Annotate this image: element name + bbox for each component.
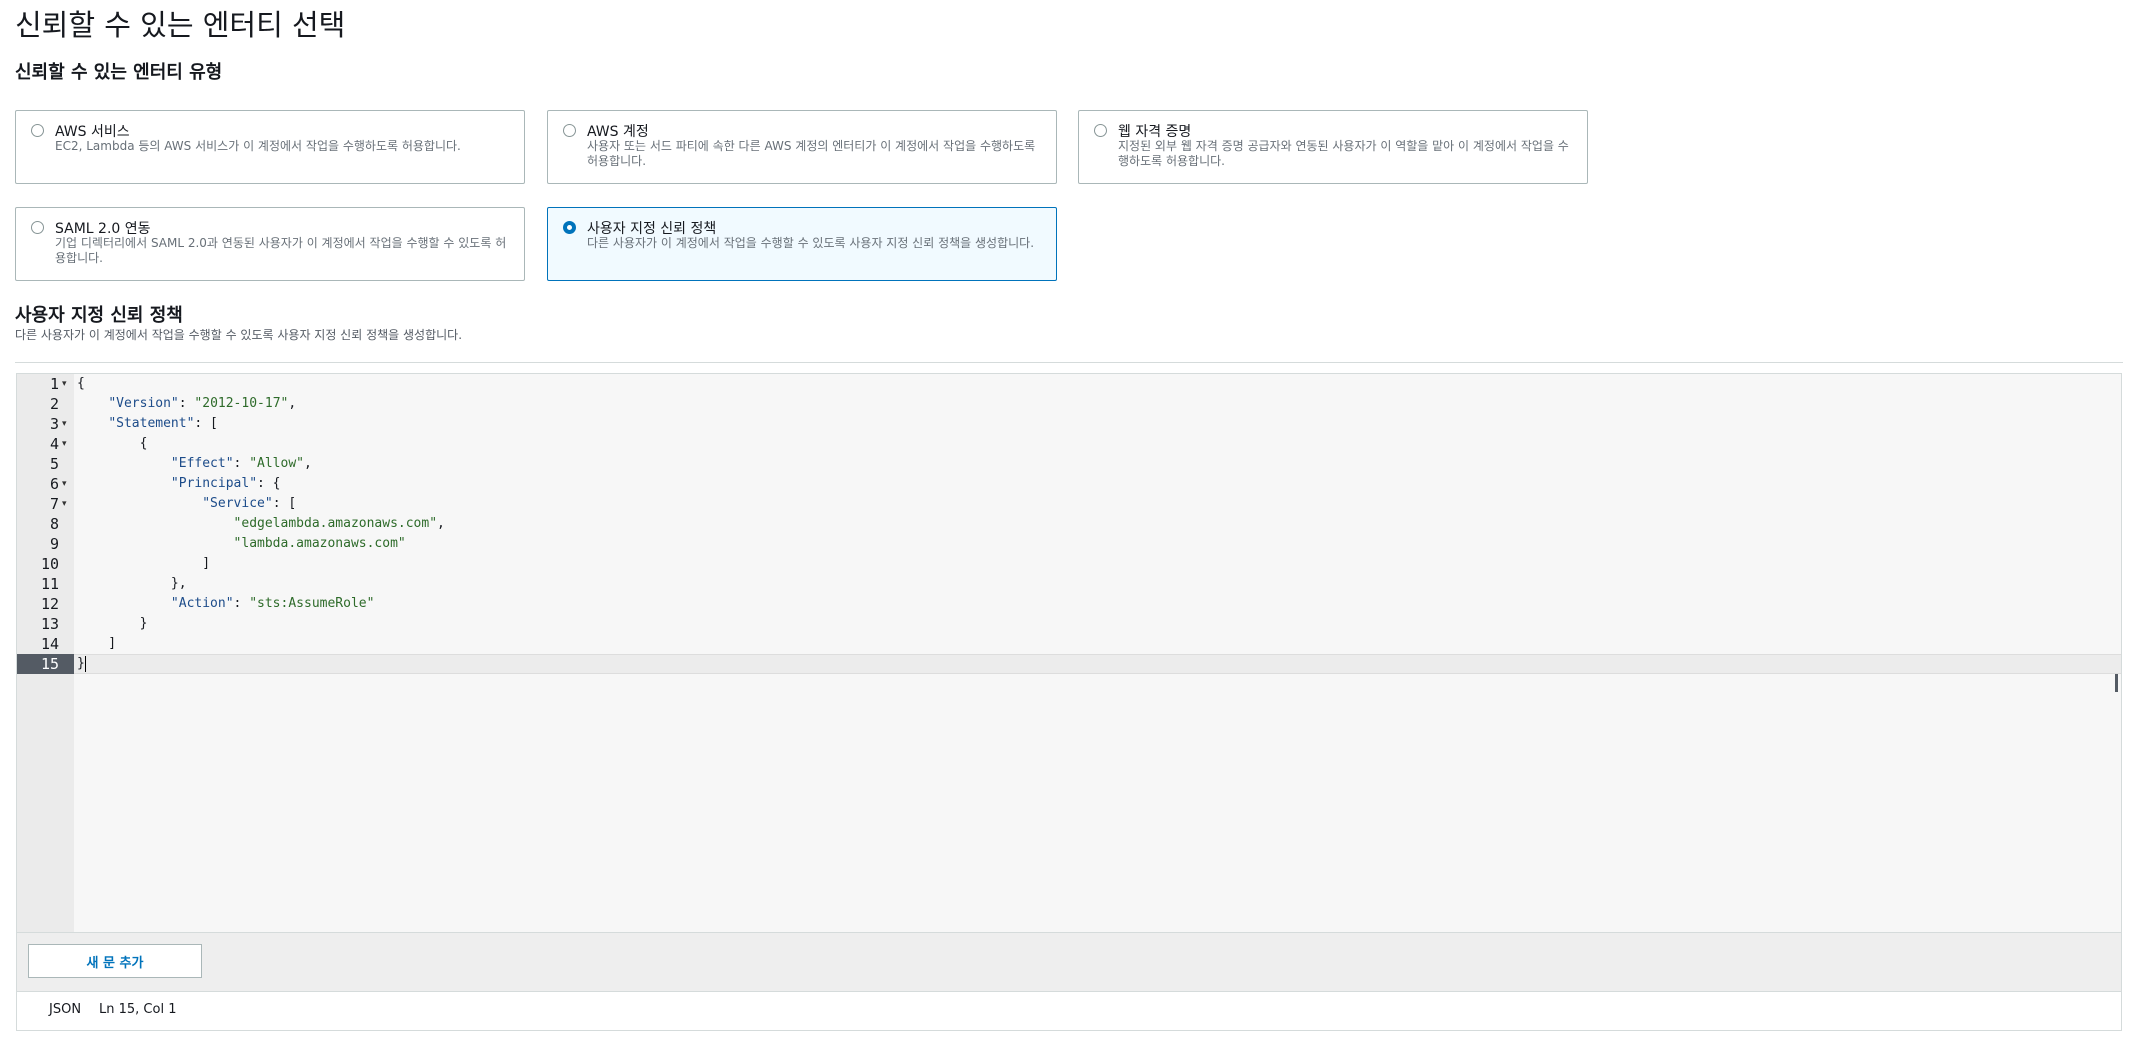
add-new-statement-button[interactable]: 새 문 추가: [28, 944, 202, 978]
line-number: 13: [40, 615, 59, 633]
code-line[interactable]: 13 }: [17, 614, 2121, 634]
fold-arrow-icon[interactable]: ▾: [62, 474, 67, 494]
entity-type-description: 다른 사용자가 이 계정에서 작업을 수행할 수 있도록 사용자 지정 신뢰 정…: [587, 236, 1035, 250]
editor-status-bar: JSON Ln 15, Col 1: [16, 991, 2122, 1031]
entity-type-saml-federation[interactable]: SAML 2.0 연동 기업 디렉터리에서 SAML 2.0과 연동된 사용자가…: [15, 207, 525, 281]
radio-button[interactable]: [563, 124, 576, 137]
code-line[interactable]: 10 ]: [17, 554, 2121, 574]
code-text: "edgelambda.amazonaws.com",: [233, 516, 445, 531]
code-text: }: [77, 656, 85, 671]
entity-type-description: EC2, Lambda 등의 AWS 서비스가 이 계정에서 작업을 수행하도록…: [55, 139, 461, 153]
entity-type-description: 사용자 또는 서드 파티에 속한 다른 AWS 계정의 엔터티가 이 계정에서 …: [587, 139, 1036, 168]
entity-type-web-identity[interactable]: 웹 자격 증명 지정된 외부 웹 자격 증명 공급자와 연동된 사용자가 이 역…: [1078, 110, 1588, 184]
code-line[interactable]: 14 ]: [17, 634, 2121, 654]
entity-type-title: 웹 자격 증명: [1118, 124, 1192, 140]
radio-button[interactable]: [31, 221, 44, 234]
entity-type-aws-account[interactable]: AWS 계정 사용자 또는 서드 파티에 속한 다른 AWS 계정의 엔터티가 …: [547, 110, 1057, 184]
entity-type-description: 지정된 외부 웹 자격 증명 공급자와 연동된 사용자가 이 역할을 맡아 이 …: [1118, 139, 1569, 168]
code-line[interactable]: 12 "Action": "sts:AssumeRole": [17, 594, 2121, 614]
code-text: "Service": [: [202, 496, 297, 511]
line-number: 12: [40, 595, 59, 613]
text-cursor: [85, 656, 86, 672]
code-line[interactable]: 3 ▾ "Statement": [: [17, 414, 2121, 434]
code-text: ]: [77, 556, 211, 571]
entity-type-description: 기업 디렉터리에서 SAML 2.0과 연동된 사용자가 이 계정에서 작업을 …: [55, 236, 507, 265]
line-number: 3: [49, 415, 59, 433]
code-text: ]: [77, 636, 117, 651]
code-text: "Statement": [: [108, 416, 218, 431]
line-number: 11: [40, 575, 59, 593]
code-text: },: [77, 576, 187, 591]
code-line[interactable]: 5 "Effect": "Allow",: [17, 454, 2121, 474]
code-text: }: [77, 616, 148, 631]
entity-type-custom-trust-policy[interactable]: 사용자 지정 신뢰 정책 다른 사용자가 이 계정에서 작업을 수행할 수 있도…: [547, 207, 1057, 281]
line-number: 8: [49, 515, 59, 533]
code-text: {: [77, 436, 148, 451]
line-number: 6: [49, 475, 59, 493]
code-line[interactable]: 7 ▾ "Service": [: [17, 494, 2121, 514]
editor-footer: 새 문 추가: [16, 933, 2122, 991]
active-line-highlight: [74, 654, 2121, 674]
code-text: "Action": "sts:AssumeRole": [170, 596, 375, 611]
custom-policy-description: 다른 사용자가 이 계정에서 작업을 수행할 수 있도록 사용자 지정 신뢰 정…: [15, 328, 463, 342]
code-line[interactable]: 9 "lambda.amazonaws.com": [17, 534, 2121, 554]
entity-type-title: SAML 2.0 연동: [55, 221, 151, 237]
line-number: 5: [49, 455, 59, 473]
entity-type-aws-service[interactable]: AWS 서비스 EC2, Lambda 등의 AWS 서비스가 이 계정에서 작…: [15, 110, 525, 184]
policy-code-editor[interactable]: 1 ▾{2 "Version": "2012-10-17", 3 ▾ "Stateme…: [16, 373, 2122, 933]
code-line[interactable]: 2 "Version": "2012-10-17",: [17, 394, 2121, 414]
radio-button[interactable]: [1094, 124, 1107, 137]
fold-arrow-icon[interactable]: ▾: [62, 494, 67, 514]
code-line[interactable]: 1 ▾ {: [17, 374, 2121, 394]
code-line[interactable]: 11 },: [17, 574, 2121, 594]
line-number: 10: [40, 555, 59, 573]
page-title: 신뢰할 수 있는 엔터티 선택: [15, 8, 346, 42]
line-number: 15: [40, 655, 59, 673]
cursor-position: Ln 15, Col 1: [99, 1002, 177, 1017]
custom-policy-heading: 사용자 지정 신뢰 정책: [15, 305, 183, 326]
entity-type-title: 사용자 지정 신뢰 정책: [587, 221, 717, 237]
editor-mode: JSON: [49, 1002, 82, 1017]
line-number: 9: [49, 535, 59, 553]
code-line[interactable]: 8 "edgelambda.amazonaws.com",: [17, 514, 2121, 534]
code-text: {: [77, 376, 85, 391]
code-text: "lambda.amazonaws.com": [233, 536, 406, 551]
line-number: 7: [49, 495, 59, 513]
line-number: 4: [49, 435, 59, 453]
code-line[interactable]: 6 ▾ "Principal": {: [17, 474, 2121, 494]
entity-type-heading: 신뢰할 수 있는 엔터티 유형: [15, 62, 223, 83]
radio-button[interactable]: [31, 124, 44, 137]
code-text: "Effect": "Allow",: [170, 456, 312, 471]
fold-arrow-icon[interactable]: ▾: [62, 374, 67, 394]
code-line[interactable]: 15}: [17, 654, 2121, 674]
divider: [15, 362, 2123, 363]
code-text: "Principal": {: [170, 476, 281, 491]
entity-type-title: AWS 서비스: [55, 124, 130, 140]
entity-type-title: AWS 계정: [587, 124, 649, 140]
fold-arrow-icon[interactable]: ▾: [62, 434, 67, 454]
radio-button-selected[interactable]: [563, 221, 576, 234]
line-number: 2: [49, 395, 59, 413]
editor-scrollbar[interactable]: [2115, 674, 2118, 692]
code-line[interactable]: 4 ▾ {: [17, 434, 2121, 454]
code-text: "Version": "2012-10-17",: [108, 396, 297, 411]
fold-arrow-icon[interactable]: ▾: [62, 414, 67, 434]
line-number: 14: [40, 635, 59, 653]
line-number: 1: [49, 375, 59, 393]
